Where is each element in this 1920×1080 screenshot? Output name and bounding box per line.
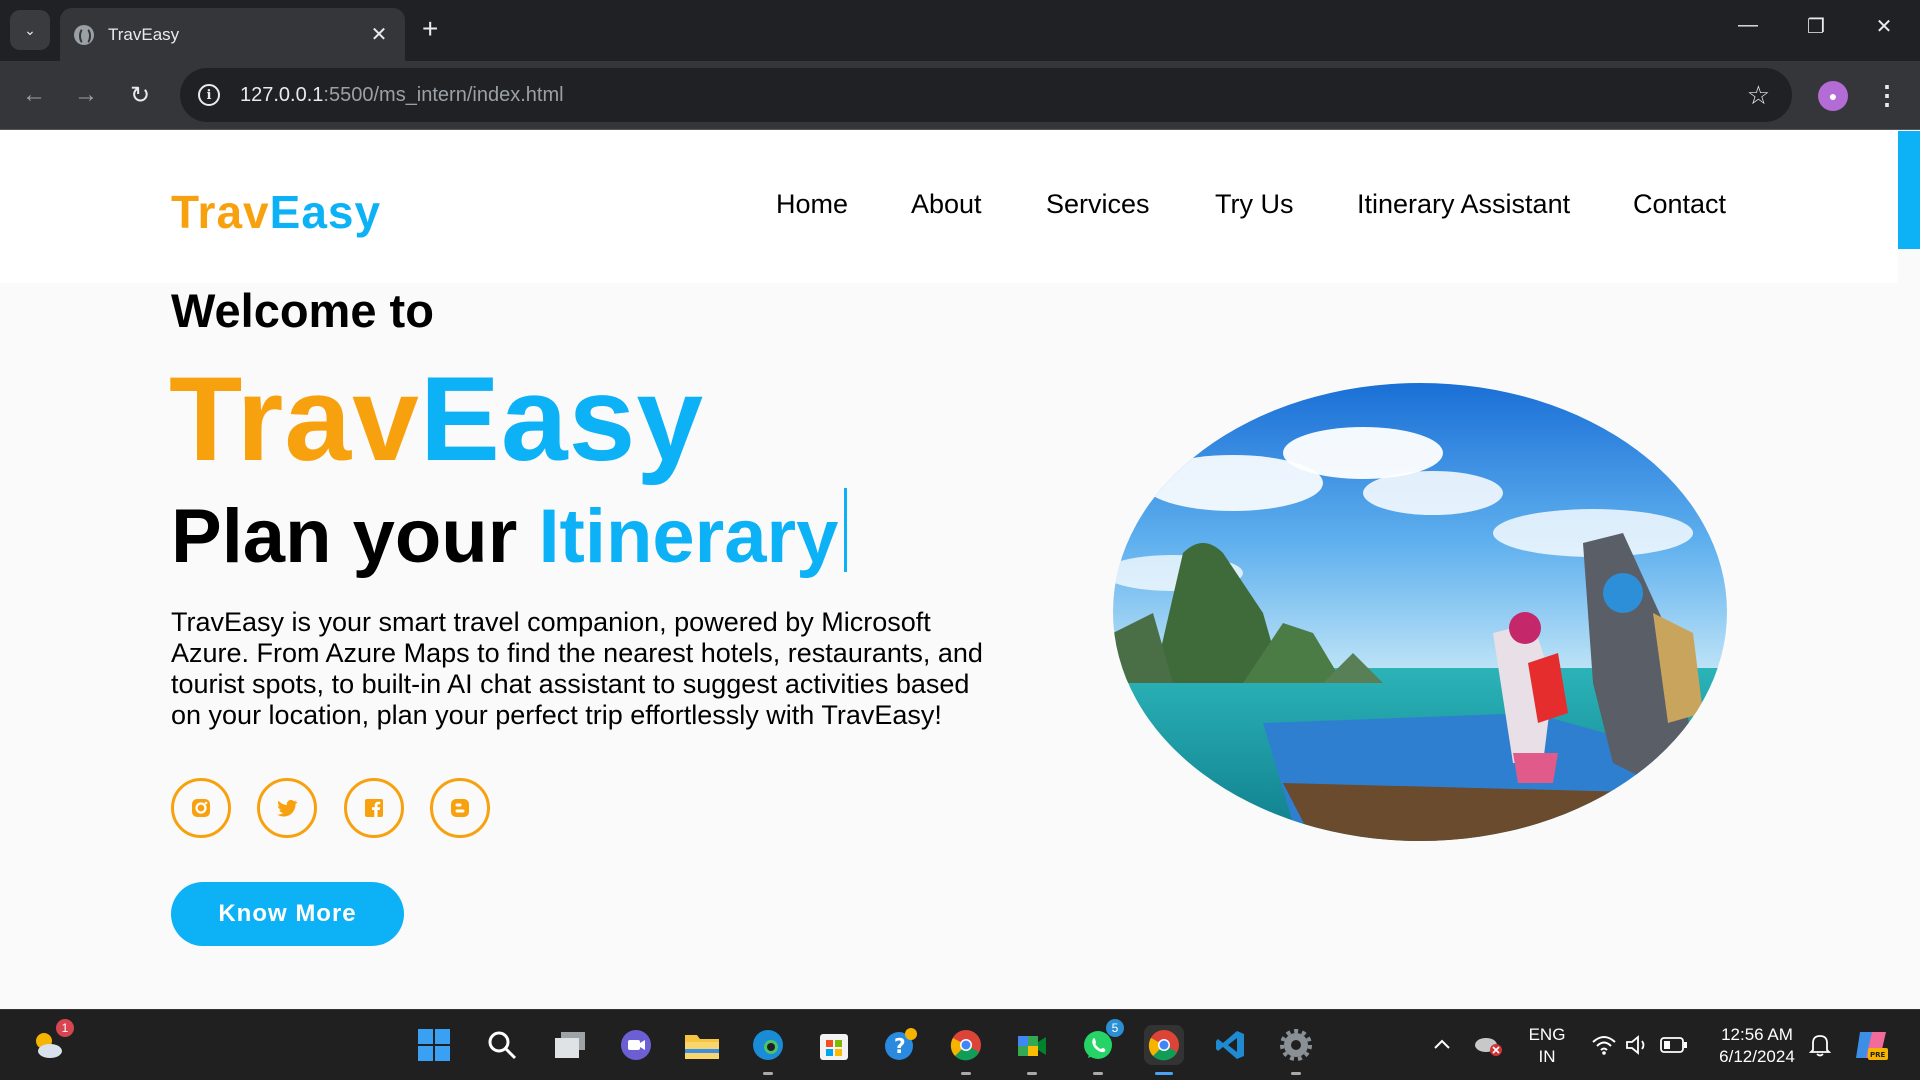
- microsoft-store-icon[interactable]: [814, 1025, 854, 1065]
- weather-widget-icon[interactable]: 1: [28, 1019, 74, 1065]
- chrome-active-indicator: [1155, 1072, 1173, 1075]
- meet-running-indicator: [1027, 1072, 1037, 1075]
- blogger-icon[interactable]: [430, 778, 490, 838]
- language-code: ENG: [1528, 1025, 1566, 1044]
- nav-home[interactable]: Home: [776, 189, 848, 220]
- whatsapp-running-indicator: [1093, 1072, 1103, 1075]
- windows-taskbar: 1 ? 5 ENG IN 12:56 AM 6/12/2024 PRE: [0, 1009, 1920, 1080]
- nav-about[interactable]: About: [911, 189, 982, 220]
- svg-text:?: ?: [894, 1034, 906, 1058]
- know-more-button[interactable]: Know More: [171, 882, 404, 946]
- language-indicator[interactable]: ENG IN: [1522, 1024, 1572, 1068]
- forward-icon[interactable]: →: [68, 77, 104, 113]
- minimize-icon[interactable]: —: [1728, 14, 1768, 37]
- logo-part-easy: Easy: [269, 186, 382, 238]
- hero-description: TravEasy is your smart travel companion,…: [171, 607, 983, 730]
- nav-try-us[interactable]: Try Us: [1215, 189, 1293, 220]
- site-header: TravEasy Home About Services Try Us Itin…: [0, 131, 1898, 283]
- kebab-menu-icon[interactable]: ⋮: [1874, 77, 1900, 113]
- scrollbar-thumb[interactable]: [1898, 131, 1920, 249]
- notification-bell-icon[interactable]: [1800, 1025, 1840, 1065]
- weather-badge: 1: [56, 1019, 74, 1037]
- chevron-up-icon[interactable]: [1422, 1025, 1462, 1065]
- back-icon[interactable]: ←: [16, 77, 52, 113]
- settings-icon[interactable]: [1276, 1025, 1316, 1075]
- brand-part-trav: Trav: [169, 352, 420, 486]
- instagram-icon[interactable]: [171, 778, 231, 838]
- hero-travel-image: [1113, 383, 1727, 841]
- close-icon[interactable]: ✕: [367, 22, 391, 47]
- tab-title: TravEasy: [108, 24, 180, 44]
- star-icon[interactable]: ☆: [1747, 80, 1770, 111]
- brand-part-easy: Easy: [419, 352, 705, 486]
- plan-heading: Plan your Itinerary: [171, 487, 848, 587]
- get-help-icon[interactable]: ?: [880, 1025, 920, 1065]
- file-explorer-icon[interactable]: [682, 1025, 722, 1065]
- browser-toolbar: ← → ↻ i 127.0.0.1:5500/ms_intern/index.h…: [0, 61, 1920, 130]
- whatsapp-icon[interactable]: 5: [1078, 1019, 1124, 1075]
- browser-tab-bar: ⌄ TravEasy ✕ + — ❐ ✕: [0, 0, 1920, 61]
- language-region: IN: [1538, 1047, 1556, 1066]
- clock[interactable]: 12:56 AM 6/12/2024: [1702, 1024, 1812, 1068]
- meet-icon[interactable]: [1012, 1025, 1052, 1075]
- nav-contact[interactable]: Contact: [1633, 189, 1726, 220]
- globe-icon: [74, 24, 94, 45]
- close-window-icon[interactable]: ✕: [1864, 14, 1904, 39]
- tab-search-icon[interactable]: ⌄: [10, 10, 50, 50]
- page: TravEasy Home About Services Try Us Itin…: [0, 131, 1920, 1009]
- start-icon[interactable]: [414, 1025, 454, 1065]
- nav-itinerary-assistant[interactable]: Itinerary Assistant: [1357, 189, 1570, 220]
- whatsapp-badge: 5: [1106, 1019, 1124, 1037]
- logo-part-trav: Trav: [171, 186, 270, 238]
- reload-icon[interactable]: ↻: [122, 77, 158, 113]
- copilot-icon[interactable]: PRE: [1852, 1025, 1892, 1065]
- battery-icon[interactable]: [1654, 1025, 1694, 1065]
- chrome-running-indicator: [961, 1072, 971, 1075]
- task-view-icon[interactable]: [550, 1025, 590, 1065]
- nav-services[interactable]: Services: [1046, 189, 1150, 220]
- edge-running-indicator: [763, 1072, 773, 1075]
- vscode-icon[interactable]: [1210, 1025, 1250, 1065]
- address-bar[interactable]: i 127.0.0.1:5500/ms_intern/index.html ☆: [180, 68, 1792, 122]
- profile-icon[interactable]: ●: [1818, 81, 1848, 111]
- browser-tab[interactable]: TravEasy ✕: [60, 8, 405, 61]
- site-logo[interactable]: TravEasy: [171, 185, 381, 239]
- welcome-heading: Welcome to: [171, 284, 434, 337]
- chrome-icon[interactable]: [946, 1025, 986, 1075]
- settings-running-indicator: [1291, 1072, 1301, 1075]
- typing-cursor: [844, 488, 848, 572]
- restore-icon[interactable]: ❐: [1796, 14, 1836, 39]
- info-icon[interactable]: i: [198, 84, 220, 106]
- twitter-icon[interactable]: [257, 778, 317, 838]
- chrome-active-icon[interactable]: [1144, 1025, 1184, 1075]
- svg-text:PRE: PRE: [1870, 1051, 1886, 1059]
- volume-icon[interactable]: [1618, 1025, 1658, 1065]
- facebook-icon[interactable]: [344, 778, 404, 838]
- url-host: 127.0.0.1: [240, 83, 324, 106]
- plus-icon[interactable]: +: [422, 14, 438, 44]
- url-path: :5500/ms_intern/index.html: [323, 83, 564, 106]
- brand-heading: TravEasy: [169, 349, 704, 489]
- plan-highlight: Itinerary: [538, 494, 839, 579]
- teams-meet-icon[interactable]: [616, 1025, 656, 1065]
- clock-time: 12:56 AM: [1721, 1025, 1793, 1044]
- plan-prefix: Plan your: [171, 494, 518, 579]
- search-icon[interactable]: [482, 1025, 522, 1065]
- onedrive-error-icon[interactable]: [1468, 1025, 1508, 1065]
- clock-date: 6/12/2024: [1719, 1047, 1795, 1066]
- edge-icon[interactable]: [748, 1025, 788, 1075]
